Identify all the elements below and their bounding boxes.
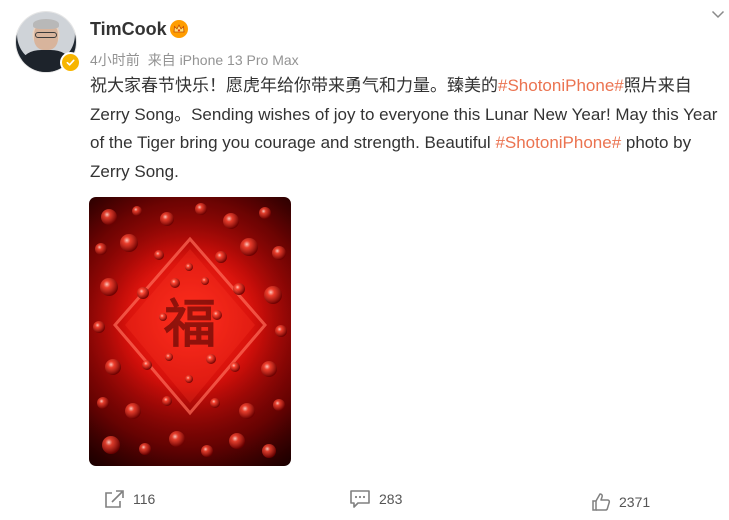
weibo-post-card: TimCook 4小时前 来自 iPhone 13 Pro Max 祝大家春节快… (0, 0, 729, 520)
repost-count: 116 (133, 491, 156, 507)
topic-link-2[interactable]: #ShotoniPhone# (495, 133, 621, 152)
comment-count: 283 (379, 491, 403, 507)
like-count: 2371 (619, 494, 651, 510)
red-water-droplets-photo: 福 (93, 203, 287, 458)
share-icon (105, 490, 124, 508)
post-action-bar: 116 283 2371 (0, 482, 729, 516)
post-time[interactable]: 4小时前 (90, 52, 140, 68)
thumbs-up-icon (592, 493, 611, 511)
more-options-chevron-icon[interactable] (710, 6, 726, 22)
like-button[interactable]: 2371 (591, 485, 650, 519)
avatar-hair (33, 19, 59, 29)
comment-button[interactable]: 283 (349, 482, 402, 516)
post-source: 来自 iPhone 13 Pro Max (147, 52, 299, 68)
repost-button[interactable]: 116 (103, 482, 155, 516)
svg-text:福: 福 (163, 294, 216, 355)
post-meta: 4小时前 来自 iPhone 13 Pro Max (90, 50, 303, 70)
crown-icon[interactable] (170, 20, 188, 38)
avatar-glasses (35, 32, 57, 38)
comment-icon (350, 490, 370, 508)
post-text: 祝大家春节快乐！愿虎年给你带来勇气和力量。臻美的#ShotoniPhone#照片… (90, 72, 718, 186)
post-text-part-1: 祝大家春节快乐！愿虎年给你带来勇气和力量。臻美的 (90, 76, 498, 95)
topic-link-1[interactable]: #ShotoniPhone# (498, 76, 624, 95)
verified-badge-icon (60, 52, 81, 73)
author-name[interactable]: TimCook (90, 19, 167, 40)
post-photo[interactable]: 福 (89, 197, 291, 466)
